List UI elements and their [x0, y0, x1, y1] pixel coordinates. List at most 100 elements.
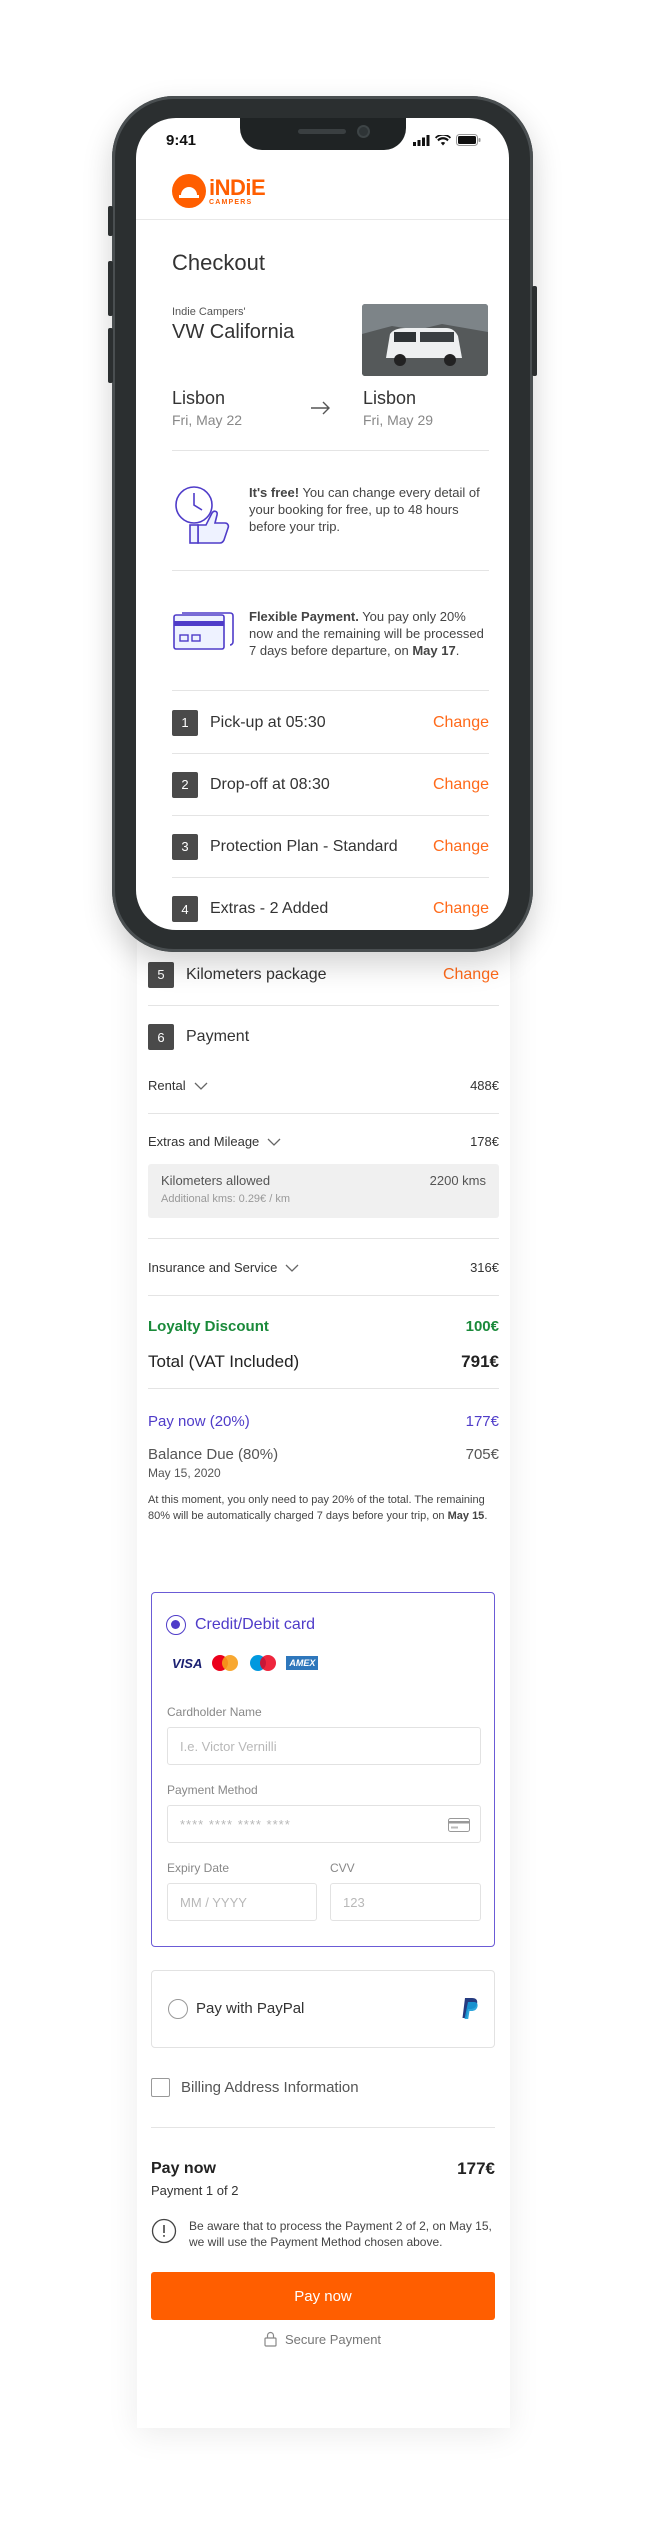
app-header: iNDiE CAMPERS — [136, 162, 509, 220]
loyalty-label: Loyalty Discount — [148, 1318, 269, 1335]
step-number: 2 — [172, 771, 198, 798]
calendar-thumbs-up-icon — [175, 486, 230, 544]
step-kilometers[interactable]: 5 Kilometers package Change — [148, 944, 499, 1006]
step-label: Pick-up at 05:30 — [210, 713, 326, 731]
loyalty-row: Loyalty Discount 100€ — [148, 1318, 499, 1335]
phone-screen: 9:41 iNDiE CAMPERS Checkout Indie Camper… — [136, 118, 509, 930]
route-to-date: Fri, May 29 — [363, 412, 434, 428]
expiry-label: Expiry Date — [167, 1861, 230, 1875]
billing-label: Billing Address Information — [181, 2079, 359, 2096]
chevron-down-icon — [267, 1138, 281, 1146]
page-title: Checkout — [172, 250, 265, 275]
balance-row: Balance Due (80%) 705€ — [148, 1446, 499, 1463]
km-box: Kilometers allowed 2200 kms Additional k… — [148, 1164, 499, 1218]
rental-value: 488€ — [470, 1078, 499, 1093]
cardholder-label: Cardholder Name — [167, 1705, 262, 1719]
change-link[interactable]: Change — [433, 900, 489, 918]
rental-row[interactable]: Rental 488€ — [148, 1078, 499, 1093]
footer-paynow-amount: 177€ — [457, 2159, 495, 2178]
extras-value: 178€ — [470, 1134, 499, 1149]
loyalty-value: 100€ — [465, 1318, 499, 1335]
expiry-input[interactable]: MM / YYYY — [167, 1883, 317, 1921]
step-pickup[interactable]: 1 Pick-up at 05:30 Change — [172, 692, 489, 754]
billing-checkbox[interactable] — [151, 2078, 170, 2097]
extras-label: Extras and Mileage — [148, 1134, 260, 1149]
maestro-icon — [248, 1653, 278, 1673]
chevron-down-icon — [285, 1264, 299, 1272]
battery-icon — [456, 134, 481, 146]
paypal-radio[interactable] — [168, 1999, 188, 2019]
card-brands: VISA AMEX — [172, 1653, 319, 1673]
change-link[interactable]: Change — [433, 838, 489, 856]
insurance-label: Insurance and Service — [148, 1260, 278, 1275]
brand-name: iNDiE — [209, 174, 266, 200]
payment-note-end: . — [484, 1510, 488, 1522]
km-note: Additional kms: 0.29€ / km — [161, 1193, 291, 1205]
step-number: 3 — [172, 833, 198, 860]
secure-payment: Secure Payment — [0, 2331, 645, 2347]
step-label: Payment — [186, 1028, 250, 1045]
divider — [148, 1388, 499, 1389]
lock-icon — [264, 2331, 277, 2347]
change-link[interactable]: Change — [433, 776, 489, 794]
payment-note-date: May 15 — [447, 1510, 485, 1522]
insurance-row[interactable]: Insurance and Service 316€ — [148, 1260, 499, 1275]
card-number-placeholder: **** **** **** **** — [180, 1817, 291, 1832]
flexible-bold: Flexible Payment. — [249, 609, 359, 624]
km-label: Kilometers allowed — [161, 1173, 271, 1188]
step-protection[interactable]: 3 Protection Plan - Standard Change — [172, 816, 489, 878]
free-change-bold: It's free! — [249, 485, 300, 500]
card-icon — [448, 1818, 470, 1832]
brand-sub: CAMPERS — [209, 198, 253, 206]
card-payment-panel[interactable]: Credit/Debit card VISA AMEX Cardholder N… — [151, 1592, 495, 1947]
balance-value: 705€ — [465, 1446, 499, 1463]
phone-frame: 9:41 iNDiE CAMPERS Checkout Indie Camper… — [108, 96, 537, 952]
vehicle-photo — [362, 304, 488, 376]
step-dropoff[interactable]: 2 Drop-off at 08:30 Change — [172, 754, 489, 816]
cardholder-input[interactable]: I.e. Victor Vernilli — [167, 1727, 481, 1765]
status-time: 9:41 — [166, 132, 197, 149]
signal-icon — [413, 134, 430, 146]
amex-icon: AMEX — [286, 1656, 319, 1670]
secure-label: Secure Payment — [284, 2331, 382, 2347]
total-value: 791€ — [461, 1352, 499, 1371]
flexible-end: . — [455, 643, 460, 658]
route-from-city: Lisbon — [172, 388, 226, 408]
paynow-row: Pay now (20%) 177€ — [148, 1413, 499, 1430]
cvv-input[interactable]: 123 — [330, 1883, 481, 1921]
paypal-icon — [462, 1998, 478, 2019]
billing-checkbox-row[interactable]: Billing Address Information — [151, 2078, 359, 2097]
step-extras[interactable]: 4 Extras - 2 Added Change — [172, 878, 489, 930]
paypal-option[interactable]: Pay with PayPal — [151, 1970, 495, 2048]
route-to-city: Lisbon — [363, 388, 417, 408]
step-label: Drop-off at 08:30 — [210, 775, 330, 793]
payment-note: At this moment, you only need to pay 20%… — [148, 1492, 499, 1524]
footer-paynow-title: Pay now — [151, 2160, 216, 2177]
pay-now-button[interactable]: Pay now — [151, 2272, 495, 2320]
warning-icon — [151, 2218, 177, 2244]
cvv-label: CVV — [330, 1861, 355, 1875]
change-link[interactable]: Change — [443, 966, 499, 984]
divider — [172, 570, 489, 571]
divider — [172, 450, 489, 451]
brand-logo[interactable]: iNDiE CAMPERS — [172, 174, 266, 208]
divider — [148, 1238, 499, 1239]
logo-mark — [172, 174, 206, 208]
total-row: Total (VAT Included) 791€ — [148, 1352, 499, 1372]
extras-row[interactable]: Extras and Mileage 178€ — [148, 1134, 499, 1149]
flexible-payment-info: Flexible Payment. You pay only 20% now a… — [249, 608, 489, 659]
card-radio[interactable] — [166, 1615, 186, 1635]
card-title: Credit/Debit card — [195, 1616, 316, 1633]
paynow-value: 177€ — [465, 1413, 499, 1430]
balance-label: Balance Due (80%) — [148, 1446, 279, 1463]
notch — [240, 118, 406, 150]
divider — [172, 690, 489, 691]
card-number-input[interactable]: **** **** **** **** — [167, 1805, 481, 1843]
step-number: 4 — [172, 896, 198, 922]
mastercard-icon — [210, 1653, 240, 1673]
km-value: 2200 kms — [429, 1173, 486, 1188]
change-link[interactable]: Change — [433, 714, 489, 732]
rental-label: Rental — [148, 1078, 186, 1093]
step-label: Extras - 2 Added — [210, 900, 329, 917]
divider — [148, 1295, 499, 1296]
